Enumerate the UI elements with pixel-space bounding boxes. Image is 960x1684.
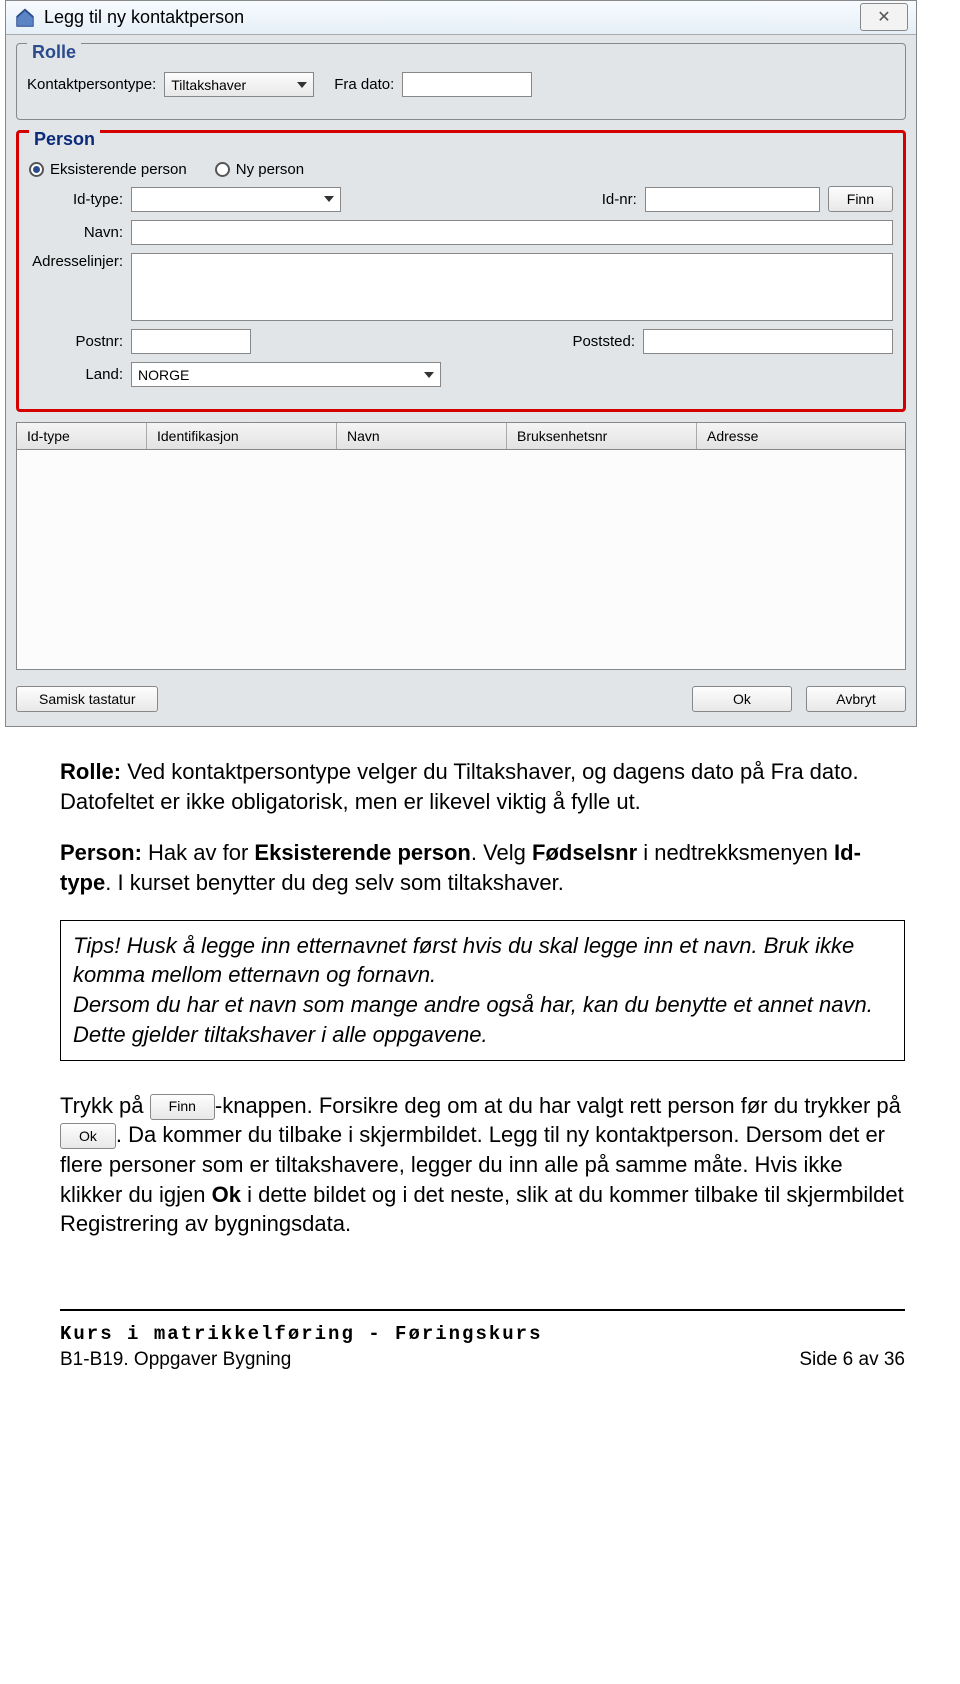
tips-box: Tips! Husk å legge inn etternavnet først… [60,920,905,1061]
dialog-title: Legg til ny kontaktperson [44,7,244,28]
chevron-down-icon [297,82,307,88]
land-label: Land: [29,366,123,383]
col-bruksenhetsnr[interactable]: Bruksenhetsnr [507,423,697,449]
col-adresse[interactable]: Adresse [697,423,905,449]
close-icon: ✕ [877,7,890,27]
finn-button-inline: Finn [150,1094,215,1120]
idtype-dropdown[interactable] [131,187,341,212]
radio-icon [29,162,44,177]
idnr-input[interactable] [645,187,820,212]
radio-existing-person[interactable]: Eksisterende person [29,161,187,178]
navn-label: Navn: [29,224,123,241]
close-button[interactable]: ✕ [860,3,908,31]
ok-button[interactable]: Ok [692,686,792,712]
paragraph-rolle: Rolle: Ved kontaktpersontype velger du T… [60,757,905,816]
finn-button[interactable]: Finn [828,186,893,212]
idtype-label: Id-type: [29,191,123,208]
col-identifikasjon[interactable]: Identifikasjon [147,423,337,449]
ok-button-inline: Ok [60,1123,116,1149]
adresselinjer-input[interactable] [131,253,893,321]
col-id-type[interactable]: Id-type [17,423,147,449]
poststed-label: Poststed: [572,333,635,350]
chevron-down-icon [424,372,434,378]
rolle-group: Rolle Kontaktpersontype: Tiltakshaver Fr… [16,43,906,120]
kontaktpersontype-dropdown[interactable]: Tiltakshaver [164,72,314,97]
titlebar: Legg til ny kontaktperson ✕ [6,1,916,35]
footer-chapter: B1-B19. Oppgaver Bygning [60,1349,291,1371]
avbryt-button[interactable]: Avbryt [806,686,906,712]
paragraph-trykk: Trykk på Finn-knappen. Forsikre deg om a… [60,1091,905,1239]
land-dropdown[interactable]: NORGE [131,362,441,387]
person-group: Person Eksisterende person Ny person Id-… [16,130,906,412]
fradato-input[interactable] [402,72,532,97]
person-legend: Person [29,129,100,150]
footer-page-number: Side 6 av 36 [799,1349,905,1371]
kontaktpersontype-label: Kontaktpersontype: [27,76,156,93]
paragraph-person: Person: Hak av for Eksisterende person. … [60,838,905,897]
samisk-tastatur-button[interactable]: Samisk tastatur [16,686,158,712]
footer-course-title: Kurs i matrikkelføring - Føringskurs [60,1323,905,1345]
adresselinjer-label: Adresselinjer: [29,253,123,270]
add-contact-dialog: Legg til ny kontaktperson ✕ Rolle Kontak… [5,0,917,727]
radio-icon [215,162,230,177]
rolle-legend: Rolle [27,42,81,63]
radio-new-person[interactable]: Ny person [215,161,304,178]
poststed-input[interactable] [643,329,893,354]
house-icon [14,7,36,29]
results-table-header: Id-type Identifikasjon Navn Bruksenhetsn… [16,422,906,450]
postnr-input[interactable] [131,329,251,354]
fradato-label: Fra dato: [334,76,394,93]
col-navn[interactable]: Navn [337,423,507,449]
kontaktpersontype-value: Tiltakshaver [171,77,246,93]
page-footer: Kurs i matrikkelføring - Føringskurs B1-… [60,1309,905,1371]
results-table-body [16,450,906,670]
idnr-label: Id-nr: [602,191,637,208]
navn-input[interactable] [131,220,893,245]
document-body: Rolle: Ved kontaktpersontype velger du T… [0,757,960,1411]
chevron-down-icon [324,196,334,202]
postnr-label: Postnr: [29,333,123,350]
